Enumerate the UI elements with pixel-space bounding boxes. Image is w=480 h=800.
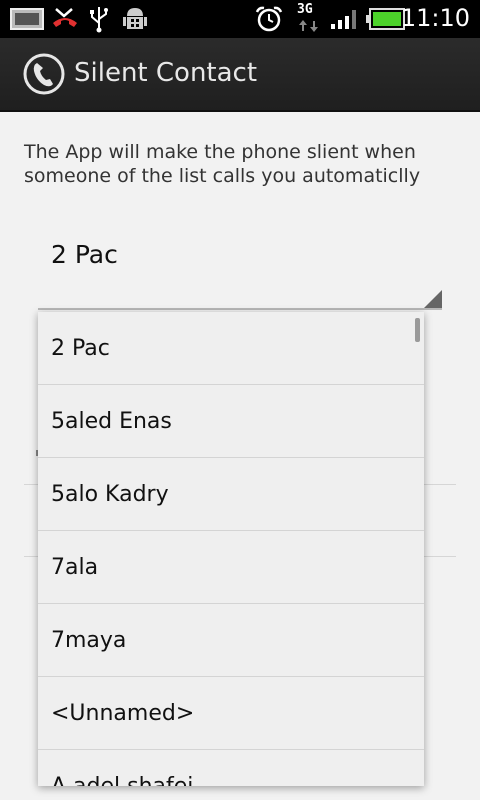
android-debug-icon xyxy=(123,8,147,29)
spinner-arrow-icon xyxy=(424,290,442,308)
scrollbar-thumb[interactable] xyxy=(415,318,420,342)
list-item[interactable]: 7maya xyxy=(38,604,424,677)
list-item[interactable]: 5alo Kadry xyxy=(38,458,424,531)
action-bar: Silent Contact xyxy=(0,38,480,112)
list-item[interactable]: <Unnamed> xyxy=(38,677,424,750)
signal-icon xyxy=(331,10,356,29)
phone-icon[interactable] xyxy=(22,52,66,96)
alarm-icon xyxy=(255,6,283,32)
missed-call-icon xyxy=(53,8,77,27)
list-item[interactable]: 2 Pac xyxy=(38,312,424,385)
spinner-selected-value: 2 Pac xyxy=(51,240,118,269)
contact-dropdown-list[interactable]: 2 Pac 5aled Enas 5alo Kadry 7ala 7maya <… xyxy=(38,312,424,786)
app-title: Silent Contact xyxy=(74,58,258,88)
list-item[interactable]: 5aled Enas xyxy=(38,385,424,458)
status-bar: 3G 11:10 xyxy=(0,0,480,38)
contact-spinner[interactable]: 2 Pac xyxy=(38,228,442,310)
description-text: The App will make the phone slient when … xyxy=(24,141,421,187)
list-item[interactable]: A adel shafei xyxy=(38,750,424,786)
gallery-icon xyxy=(10,8,44,30)
network-3g-icon: 3G xyxy=(296,2,322,36)
status-time: 11:10 xyxy=(400,4,470,32)
list-item[interactable]: 7ala xyxy=(38,531,424,604)
usb-icon xyxy=(90,7,108,33)
